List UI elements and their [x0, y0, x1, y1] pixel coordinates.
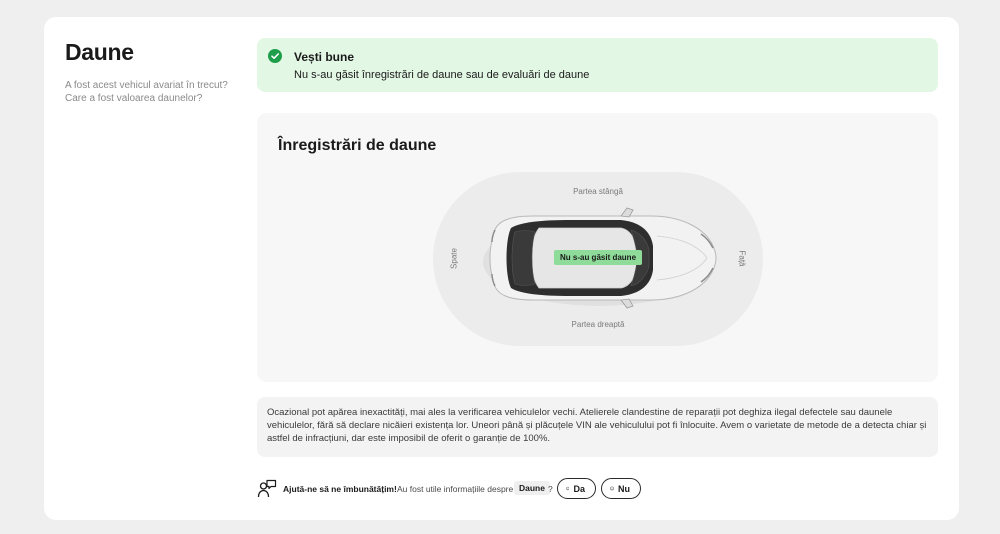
feedback-bar: Ajută-ne să ne îmbunătățim! Au fost util…: [257, 478, 757, 500]
feedback-question: Au fost utile informațiile despre: [397, 484, 514, 494]
section-subtitle: A fost acest vehicul avariat în trecut? …: [65, 80, 228, 104]
feedback-strong-text: Ajută-ne să ne îmbunătățim!: [283, 484, 397, 494]
feedback-no-button[interactable]: Nu: [601, 478, 641, 499]
label-back: Spate: [449, 248, 459, 269]
alert-title: Vești bune: [294, 50, 355, 64]
label-front: Față: [737, 250, 747, 267]
car-diagram: Partea stângă Partea dreaptă Spate Față: [433, 172, 763, 346]
section-header: Daune A fost acest vehicul avariat în tr…: [65, 39, 240, 105]
feedback-no-label: Nu: [618, 483, 630, 494]
frown-icon: [610, 486, 614, 491]
page-title: Daune: [65, 39, 134, 65]
smile-icon: [566, 486, 570, 491]
alert-text: Nu s-au găsit înregistrări de daune sau …: [294, 69, 590, 81]
label-left-side: Partea stângă: [573, 187, 623, 196]
damage-section-card: Daune A fost acest vehicul avariat în tr…: [44, 17, 959, 520]
feedback-chat-icon: [257, 479, 277, 498]
check-circle-icon: [268, 49, 282, 63]
damage-records-title: Înregistrări de daune: [278, 137, 437, 154]
damage-records-panel: Înregistrări de daune Partea stângă Part…: [257, 113, 938, 382]
feedback-yes-button[interactable]: Da: [557, 478, 596, 499]
no-damage-badge: Nu s-au găsit daune: [554, 250, 643, 265]
feedback-topic-chip: Daune: [514, 481, 550, 495]
label-right-side: Partea dreaptă: [571, 320, 625, 329]
disclaimer-text: Ocazional pot apărea inexactități, mai a…: [257, 397, 938, 457]
feedback-question-mark: ?: [548, 484, 553, 494]
feedback-yes-label: Da: [573, 483, 585, 494]
good-news-alert: Vești bune Nu s-au găsit înregistrări de…: [257, 38, 938, 92]
